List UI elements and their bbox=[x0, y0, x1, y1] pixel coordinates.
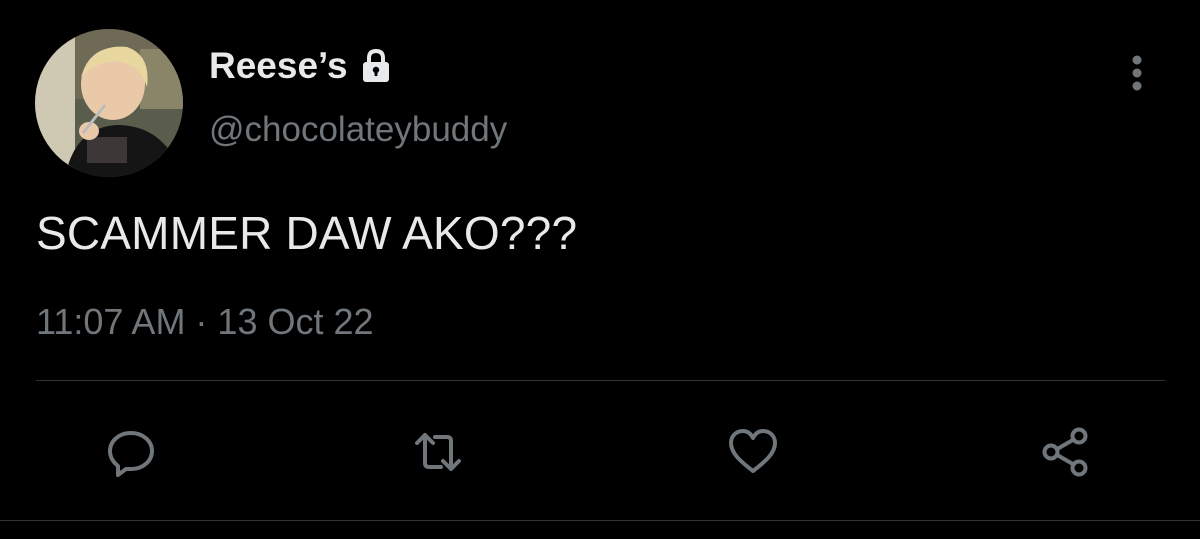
reply-icon bbox=[108, 431, 154, 477]
reply-button[interactable] bbox=[106, 427, 156, 477]
divider bbox=[36, 380, 1165, 381]
lock-icon bbox=[358, 48, 394, 84]
like-button[interactable] bbox=[728, 427, 778, 477]
user-handle[interactable]: @chocolateybuddy bbox=[209, 108, 507, 152]
tweet-text: SCAMMER DAW AKO??? bbox=[36, 207, 578, 259]
avatar[interactable] bbox=[35, 29, 183, 177]
retweet-icon bbox=[415, 433, 461, 471]
heart-icon bbox=[729, 429, 777, 473]
share-icon bbox=[1042, 427, 1088, 477]
bottom-divider bbox=[0, 520, 1200, 521]
display-name-row: Reese’s bbox=[209, 44, 394, 88]
retweet-button[interactable] bbox=[413, 427, 463, 477]
more-options-button[interactable] bbox=[1122, 52, 1152, 94]
display-name[interactable]: Reese’s bbox=[209, 44, 348, 88]
tweet-timestamp[interactable]: 11:07 AM · 13 Oct 22 bbox=[36, 300, 374, 344]
profile-photo bbox=[35, 29, 183, 177]
share-button[interactable] bbox=[1040, 427, 1090, 477]
more-vertical-icon bbox=[1132, 55, 1142, 91]
